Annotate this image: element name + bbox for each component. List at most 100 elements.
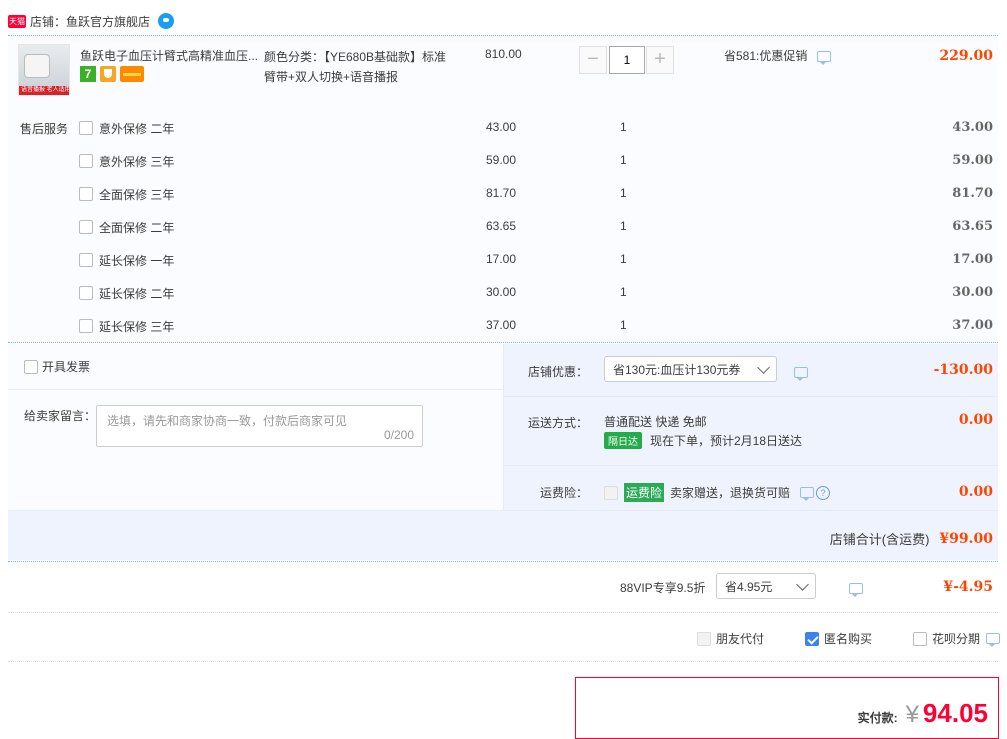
store-name[interactable]: 店铺：鱼跃官方旗舰店 <box>30 13 150 30</box>
service-price: 81.70 <box>486 186 517 200</box>
store-header: 天猫 店铺：鱼跃官方旗舰店 <box>8 10 175 32</box>
product-image-caption: 语音播报 老人适用 <box>21 87 69 93</box>
huabei-checkbox[interactable] <box>913 631 927 646</box>
service-checkbox[interactable] <box>79 286 93 300</box>
tmall-badge-icon: 天猫 <box>8 14 26 28</box>
guarantee-shield-icon[interactable] <box>100 66 116 82</box>
service-name: 意外保修 二年 <box>99 121 175 136</box>
currency-symbol: ¥ <box>905 701 919 728</box>
service-total: 43.00 <box>952 120 993 135</box>
service-checkbox[interactable] <box>79 220 93 234</box>
services-label: 售后服务 <box>20 122 69 136</box>
service-checkbox[interactable] <box>79 187 93 201</box>
store-discount-amount: -130.00 <box>933 362 993 378</box>
store-total-label: 店铺合计(含运费) <box>829 532 930 547</box>
service-option[interactable]: 意外保修 三年 <box>79 151 174 171</box>
service-option[interactable]: 延长保修 二年 <box>79 283 174 303</box>
service-qty: 1 <box>620 219 627 233</box>
anonymous-label: 匿名购买 <box>824 632 873 646</box>
store-discount-label: 店铺优惠： <box>528 365 589 379</box>
message-icon[interactable] <box>800 487 815 501</box>
payment-total: 实付款: ¥ 94.05 <box>858 698 988 729</box>
insurance-checkbox[interactable] <box>604 485 618 500</box>
quantity-decrease-button[interactable]: − <box>579 46 607 74</box>
insurance-desc: 卖家赠送，退换货可赔 <box>670 486 791 500</box>
service-checkbox[interactable] <box>79 121 93 135</box>
invoice-label: 开具发票 <box>42 360 91 374</box>
next-day-tag: 隔日达 <box>604 432 642 449</box>
payment-label: 实付款: <box>857 711 898 725</box>
promo-label: 省581:优惠促销 <box>724 49 808 63</box>
service-price: 37.00 <box>486 318 517 332</box>
anonymous-checkbox[interactable] <box>805 631 819 646</box>
service-total: 30.00 <box>952 285 993 300</box>
service-total: 59.00 <box>952 153 993 168</box>
chevron-down-icon <box>796 577 809 591</box>
service-qty: 1 <box>620 153 627 167</box>
message-icon[interactable] <box>816 51 831 66</box>
vip-discount-value: 省4.95元 <box>725 579 773 594</box>
service-name: 延长保修 二年 <box>99 286 175 301</box>
service-name: 全面保修 二年 <box>99 220 175 235</box>
store-total: 店铺合计(含运费) ¥99.00 <box>830 529 993 548</box>
row-divider <box>8 510 998 511</box>
service-total: 37.00 <box>952 318 993 333</box>
huabei-option[interactable]: 花呗分期 <box>913 630 1001 647</box>
service-option[interactable]: 意外保修 二年 <box>79 118 174 138</box>
insurance-tag: 运费险 <box>624 483 665 502</box>
divider <box>8 612 998 613</box>
friend-pay-checkbox[interactable] <box>697 631 711 646</box>
service-option[interactable]: 全面保修 三年 <box>79 184 174 204</box>
credit-card-icon[interactable] <box>120 66 144 82</box>
huabei-label: 花呗分期 <box>932 632 981 646</box>
help-icon[interactable]: ? <box>816 485 831 500</box>
service-checkbox[interactable] <box>79 154 93 168</box>
service-option[interactable]: 全面保修 二年 <box>79 217 174 237</box>
friend-pay-label: 朋友代付 <box>716 632 765 646</box>
service-price: 17.00 <box>486 252 517 266</box>
insurance-amount: 0.00 <box>958 484 993 500</box>
message-icon[interactable] <box>794 367 808 382</box>
quantity-increase-button[interactable]: + <box>646 46 674 74</box>
friend-pay-option[interactable]: 朋友代付 <box>697 630 764 647</box>
service-name: 全面保修 三年 <box>99 187 175 202</box>
shipping-eta-text: 现在下单，预计2月18日送达 <box>650 434 803 448</box>
shipping-amount: 0.00 <box>958 412 993 428</box>
vip-discount-select[interactable]: 省4.95元 <box>716 573 816 599</box>
product-image[interactable]: 语音播报 老人适用 <box>18 44 70 96</box>
payment-amount: 94.05 <box>922 698 988 728</box>
anonymous-option[interactable]: 匿名购买 <box>805 630 872 647</box>
quantity-input[interactable] <box>609 46 645 74</box>
divider <box>8 561 998 562</box>
product-title[interactable]: 鱼跃电子血压计臂式高精准血压... <box>80 47 265 64</box>
seven-day-return-icon[interactable]: 7 <box>80 66 96 82</box>
service-name: 延长保修 三年 <box>99 319 175 334</box>
row-divider <box>503 465 998 466</box>
service-price: 43.00 <box>486 120 517 134</box>
service-name: 延长保修 一年 <box>99 253 175 268</box>
service-option[interactable]: 延长保修 三年 <box>79 316 174 336</box>
service-total: 17.00 <box>952 252 993 267</box>
blood-pressure-monitor-icon <box>25 55 49 77</box>
service-name: 意外保修 三年 <box>99 154 175 169</box>
insurance-label: 运费险： <box>540 486 589 500</box>
service-option[interactable]: 延长保修 一年 <box>79 250 174 270</box>
service-price: 59.00 <box>486 153 517 167</box>
store-discount-value: 省130元:血压计130元券 <box>613 362 741 377</box>
service-total: 63.65 <box>952 219 993 234</box>
service-checkbox[interactable] <box>79 319 93 333</box>
invoice-option[interactable]: 开具发票 <box>24 358 90 375</box>
remark-counter: 0/200 <box>383 428 414 442</box>
service-price: 63.65 <box>486 219 517 233</box>
service-checkbox[interactable] <box>79 253 93 267</box>
divider <box>8 342 998 343</box>
remark-textarea[interactable]: 选填，请先和商家协商一致，付款后商家可见 0/200 <box>96 405 423 447</box>
message-icon[interactable] <box>849 583 864 598</box>
service-qty: 1 <box>620 285 627 299</box>
vip-amount: ¥-4.95 <box>943 579 993 595</box>
remark-placeholder: 选填，请先和商家协商一致，付款后商家可见 <box>107 414 348 428</box>
store-discount-select[interactable]: 省130元:血压计130元券 <box>604 356 777 382</box>
wangwang-chat-icon[interactable] <box>158 13 175 29</box>
message-icon[interactable] <box>986 633 1001 647</box>
invoice-checkbox[interactable] <box>24 359 38 374</box>
